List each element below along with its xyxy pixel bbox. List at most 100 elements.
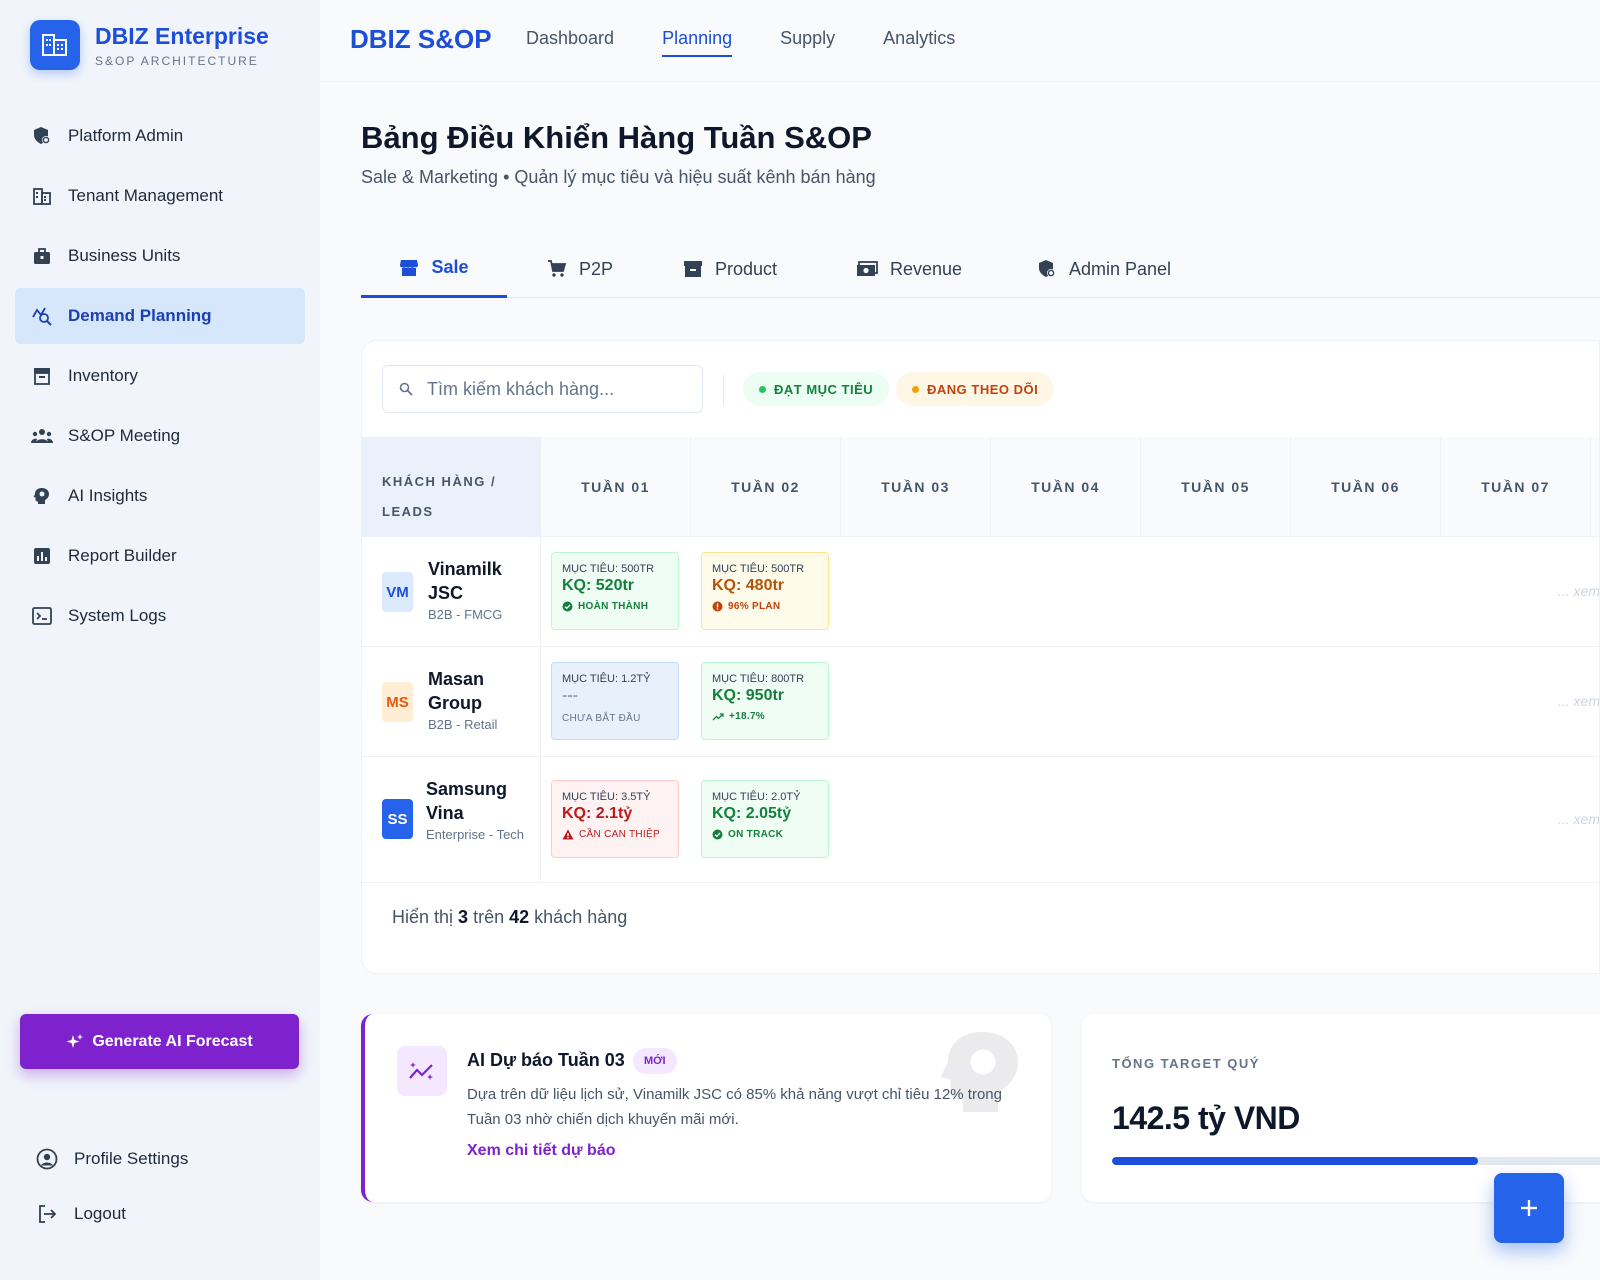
- cell-target: MỤC TIÊU: 3.5TỶ: [562, 791, 651, 803]
- cell-status: ON TRACK: [728, 829, 784, 840]
- customer-name: Vinamilk JSC: [428, 559, 502, 603]
- top-link-planning[interactable]: Planning: [662, 28, 733, 57]
- top-navbar: DBIZ S&OP Dashboard Planning Supply Anal…: [320, 0, 1600, 82]
- sidebar-item-ai-insights[interactable]: AI Insights: [15, 468, 305, 524]
- week-cell[interactable]: MỤC TIÊU: 1.2TỶ --- CHƯA BẮT ĐẦU: [551, 662, 679, 740]
- sidebar-item-business-units[interactable]: Business Units: [15, 228, 305, 284]
- target-label: TỔNG TARGET QUÝ: [1112, 1056, 1260, 1071]
- sidebar-item-demand-planning[interactable]: Demand Planning: [15, 288, 305, 344]
- week-cell[interactable]: MỤC TIÊU: 500TR KQ: 480tr 96% PLAN: [701, 552, 829, 630]
- table-row[interactable]: MS Masan Group B2B - Retail MỤC TIÊU: 1.…: [362, 647, 1599, 757]
- cell-status: CẦN CAN THIỆP: [579, 829, 660, 840]
- tab-admin-panel[interactable]: Admin Panel: [1037, 240, 1171, 298]
- ai-card-title: AI Dự báo Tuần 03: [467, 1050, 625, 1070]
- sidebar-item-label: S&OP Meeting: [68, 426, 181, 445]
- cell-target: MỤC TIÊU: 2.0TỶ: [712, 791, 801, 803]
- verified-icon: [712, 829, 723, 840]
- tab-sale[interactable]: Sale: [361, 240, 507, 298]
- top-brand[interactable]: DBIZ S&OP: [350, 24, 492, 55]
- week-cell[interactable]: MỤC TIÊU: 2.0TỶ KQ: 2.05tỷ ON TRACK: [701, 780, 829, 858]
- footer-prefix: Hiển thị: [392, 907, 454, 927]
- profile-settings-link[interactable]: Profile Settings: [36, 1148, 188, 1170]
- footer-shown: 3: [458, 907, 469, 927]
- generate-ai-forecast-button[interactable]: Generate AI Forecast: [20, 1014, 299, 1069]
- top-link-dashboard[interactable]: Dashboard: [526, 28, 614, 57]
- tab-product[interactable]: Product: [683, 240, 777, 298]
- sidebar: DBIZ Enterprise S&OP ARCHITECTURE Platfo…: [0, 0, 320, 1280]
- customer-cell: VM Vinamilk JSC B2B - FMCG: [362, 537, 541, 646]
- avatar: VM: [382, 572, 413, 612]
- generate-ai-forecast-label: Generate AI Forecast: [92, 1032, 253, 1050]
- tab-product-label: Product: [715, 258, 778, 279]
- row-more[interactable]: ... xem: [1558, 583, 1599, 599]
- brand[interactable]: DBIZ Enterprise S&OP ARCHITECTURE: [30, 20, 269, 70]
- sidebar-item-system-logs[interactable]: System Logs: [15, 588, 305, 644]
- customer-type: B2B - FMCG: [428, 607, 503, 622]
- cart-icon: [547, 259, 567, 279]
- sidebar-item-report-builder[interactable]: Report Builder: [15, 528, 305, 584]
- sidebar-nav: Platform Admin Tenant Management Busines…: [15, 108, 305, 648]
- orange-dot-icon: [912, 385, 919, 393]
- forecast-detail-link[interactable]: Xem chi tiết dự báo: [467, 1142, 616, 1160]
- warning-icon: [562, 829, 574, 840]
- avatar: MS: [382, 682, 413, 722]
- header-customer-line1: KHÁCH HÀNG /: [382, 474, 497, 489]
- tab-p2p-label: P2P: [579, 258, 614, 279]
- target-progress-fill: [1112, 1157, 1478, 1165]
- tab-admin-panel-label: Admin Panel: [1069, 258, 1172, 279]
- header-week-02: TUẦN 02: [691, 437, 841, 537]
- cell-status: HOÀN THÀNH: [578, 601, 649, 612]
- sidebar-item-label: System Logs: [68, 606, 167, 625]
- add-button[interactable]: [1494, 1173, 1564, 1243]
- cell-result: KQ: 950tr: [712, 687, 785, 704]
- ai-trend-icon: [397, 1046, 447, 1096]
- terminal-icon: [31, 605, 53, 627]
- cell-target: MỤC TIÊU: 500TR: [712, 563, 805, 575]
- new-badge: MỚI: [633, 1048, 677, 1074]
- search-input[interactable]: [427, 378, 687, 400]
- page-subtitle: Sale & Marketing • Quản lý mục tiêu và h…: [361, 167, 876, 187]
- sidebar-item-label: Demand Planning: [68, 306, 212, 325]
- tab-revenue-label: Revenue: [890, 258, 963, 279]
- sidebar-item-inventory[interactable]: Inventory: [15, 348, 305, 404]
- page-title: Bảng Điều Khiển Hàng Tuần S&OP: [361, 120, 872, 155]
- chip-tracking-label: ĐANG THEO DÕI: [927, 381, 1039, 397]
- top-link-supply[interactable]: Supply: [780, 28, 835, 57]
- row-more[interactable]: ... xem: [1558, 693, 1599, 709]
- cell-status: +18.7%: [729, 711, 765, 722]
- sidebar-item-platform-admin[interactable]: Platform Admin: [15, 108, 305, 164]
- top-link-analytics[interactable]: Analytics: [883, 28, 955, 57]
- top-nav: Dashboard Planning Supply Analytics: [526, 28, 1003, 57]
- customer-name: Samsung Vina: [426, 779, 508, 823]
- people-icon: [31, 425, 53, 447]
- logout-link[interactable]: Logout: [36, 1203, 126, 1225]
- row-more[interactable]: ... xem: [1558, 811, 1599, 827]
- cell-result: KQ: 2.1tỷ: [562, 805, 633, 822]
- sidebar-item-tenant-management[interactable]: Tenant Management: [15, 168, 305, 224]
- chart-search-icon: [31, 305, 53, 327]
- table-row[interactable]: VM Vinamilk JSC B2B - FMCG MỤC TIÊU: 500…: [362, 537, 1599, 647]
- archive-icon: [683, 259, 703, 279]
- sidebar-item-sop-meeting[interactable]: S&OP Meeting: [15, 408, 305, 464]
- storefront-icon: [399, 259, 419, 277]
- table-row[interactable]: SS Samsung Vina Enterprise - Tech MỤC TI…: [362, 757, 1599, 883]
- customer-search[interactable]: [382, 365, 703, 413]
- tab-p2p[interactable]: P2P: [547, 240, 613, 298]
- header-week-03: TUẦN 03: [841, 437, 991, 537]
- alert-circle-icon: [712, 601, 723, 612]
- week-cell[interactable]: MỤC TIÊU: 3.5TỶ KQ: 2.1tỷ CẦN CAN THIỆP: [551, 780, 679, 858]
- chip-tracking[interactable]: ĐANG THEO DÕI: [896, 372, 1055, 406]
- header-week-04: TUẦN 04: [991, 437, 1141, 537]
- briefcase-icon: [31, 245, 53, 267]
- sidebar-item-label: AI Insights: [68, 486, 148, 505]
- week-cell[interactable]: MỤC TIÊU: 800TR KQ: 950tr +18.7%: [701, 662, 829, 740]
- cell-result: KQ: 480tr: [712, 577, 785, 594]
- table-footer: Hiển thị 3 trên 42 khách hàng: [392, 907, 627, 928]
- week-cell[interactable]: MỤC TIÊU: 500TR KQ: 520tr HOÀN THÀNH: [551, 552, 679, 630]
- customer-type: B2B - Retail: [428, 717, 498, 732]
- ai-card-description: Dựa trên dữ liệu lịch sử, Vinamilk JSC c…: [467, 1086, 1002, 1128]
- chip-achieved[interactable]: ĐẠT MỤC TIÊU: [743, 372, 890, 406]
- user-circle-icon: [36, 1148, 58, 1170]
- tab-revenue[interactable]: Revenue: [856, 240, 962, 298]
- weekly-planning-card: ĐẠT MỤC TIÊU ĐANG THEO DÕI KHÁCH HÀNG / …: [361, 340, 1600, 974]
